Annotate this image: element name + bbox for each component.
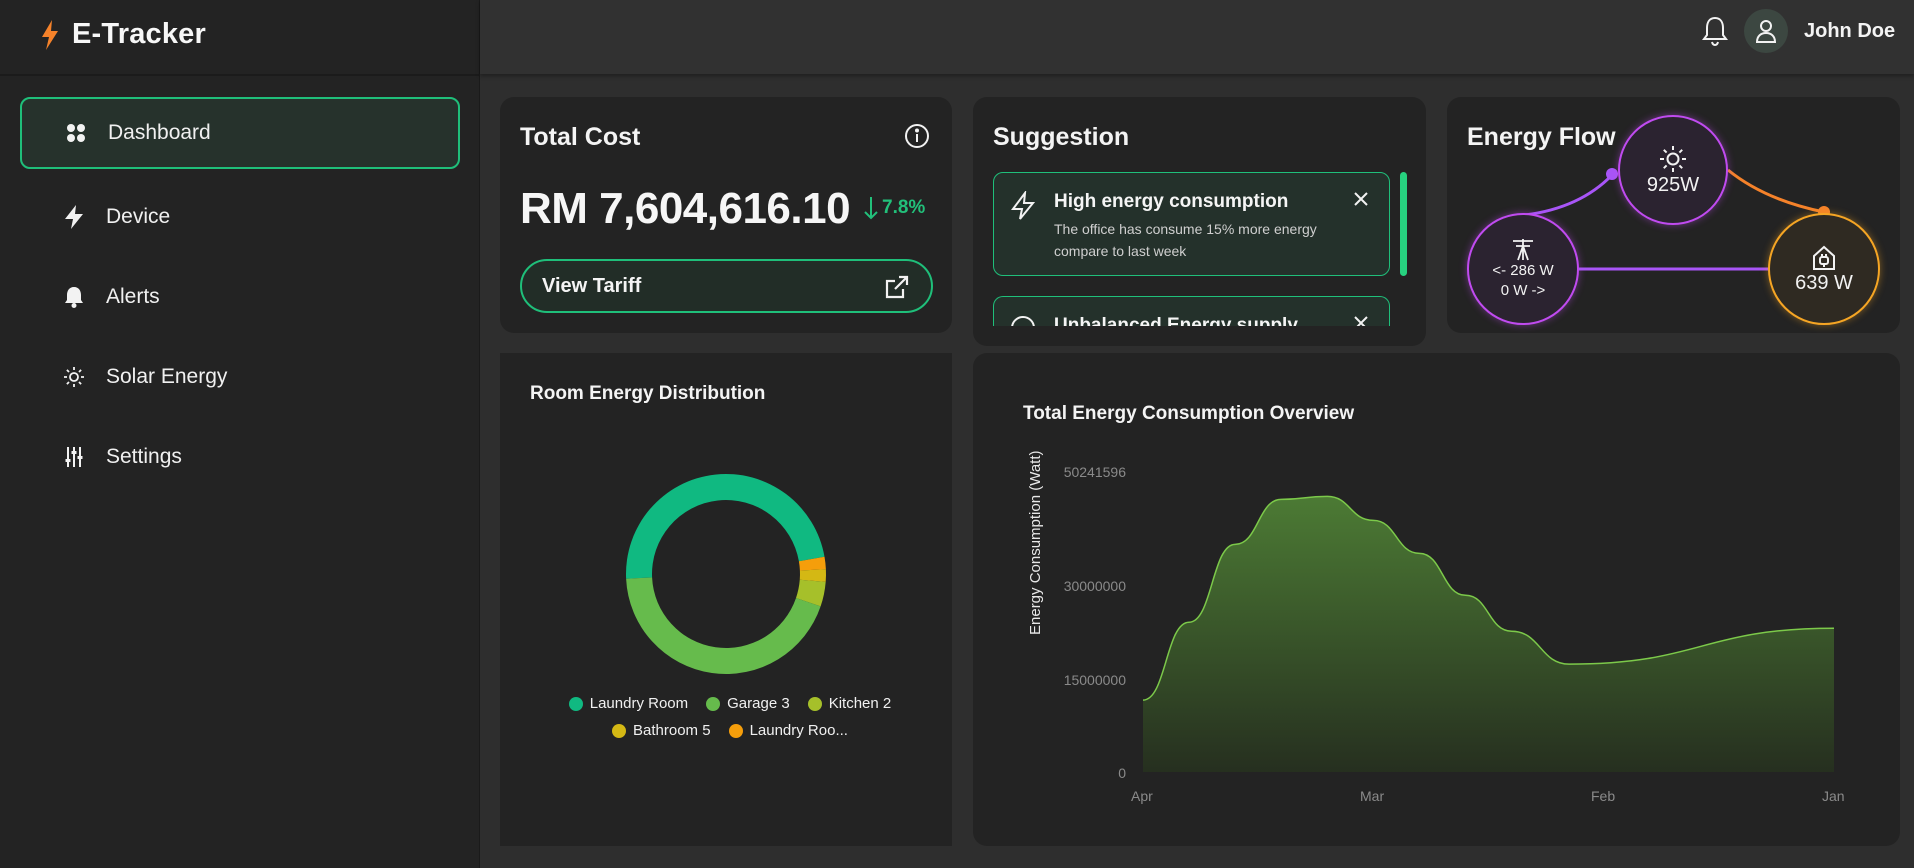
- overview-area-chart[interactable]: [0, 0, 1914, 868]
- area-fill: [1143, 496, 1834, 772]
